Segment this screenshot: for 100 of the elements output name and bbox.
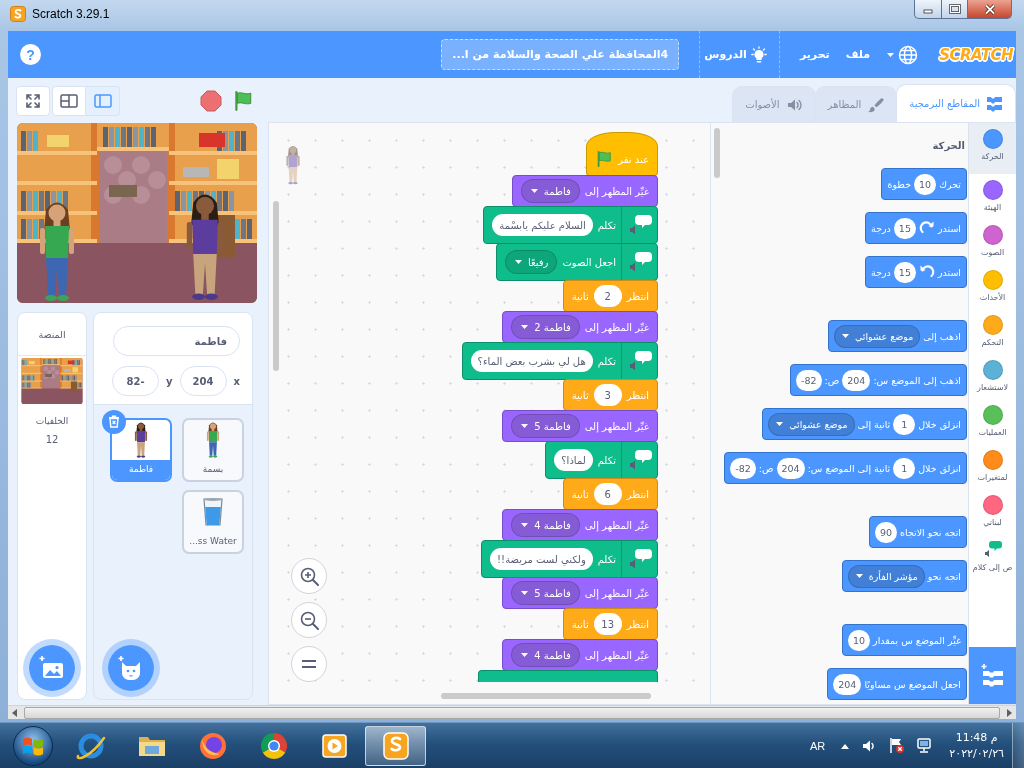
block-label: ثانية: [571, 290, 589, 302]
number-input[interactable]: 10: [914, 173, 937, 195]
small-stage-icon: [60, 93, 78, 108]
block-label: تحرك: [939, 178, 961, 190]
number-input[interactable]: 2: [593, 285, 622, 307]
zoom-in-button[interactable]: [291, 558, 327, 594]
block-label: انتظر: [626, 488, 649, 500]
number-input[interactable]: -82: [796, 369, 822, 391]
category-item[interactable]: الأحداث: [969, 264, 1016, 309]
speech-block[interactable]: تكلم لماذا؟: [545, 441, 658, 479]
number-input[interactable]: 204: [842, 369, 871, 391]
block-label: انزلق خلال: [918, 418, 961, 430]
minimize-button[interactable]: [914, 0, 941, 19]
show-desktop-button[interactable]: [1012, 722, 1024, 768]
taskbar-button[interactable]: [365, 725, 426, 766]
speech-block[interactable]: تكلم هل لي بشرب بعض الماء؟: [461, 342, 658, 380]
caret-icon: [520, 652, 530, 658]
scrollbar-thumb[interactable]: [24, 706, 1000, 719]
network-icon[interactable]: [916, 737, 933, 754]
category-item[interactable]: الحركة: [969, 123, 1016, 174]
speech-block[interactable]: تكلم السلام عليكم يابسْمة: [483, 206, 658, 244]
clock-time[interactable]: 11:48 م: [955, 729, 998, 746]
block-label: انتظر: [626, 290, 649, 302]
add-extension-button[interactable]: [969, 647, 1016, 704]
text-input[interactable]: ولكني لست مريضة!!: [490, 548, 593, 570]
clock-date[interactable]: ٢٠٢٢/٠٢/٢٦: [949, 745, 1004, 762]
zoom-reset-button[interactable]: [291, 646, 327, 682]
dropdown-menu[interactable]: فاطمة 4: [511, 643, 580, 667]
category-item[interactable]: ص إلى كلام: [969, 534, 1016, 579]
looks-block[interactable]: غيِّر المظهر إلى فاطمة 5: [502, 410, 658, 442]
dropdown-menu[interactable]: فاطمة 5: [511, 581, 580, 605]
looks-block[interactable]: غيِّر المظهر إلى فاطمة 4: [502, 639, 658, 671]
text-input[interactable]: هل لي بشرب بعض الماء؟: [470, 350, 593, 372]
y-label: y: [166, 375, 173, 387]
close-button[interactable]: [968, 0, 1012, 19]
motion-block[interactable]: اذهب إلى موضع عشوائي: [827, 320, 967, 352]
looks-block[interactable]: غيِّر المظهر إلى فاطمة 5: [502, 577, 658, 609]
language-indicator[interactable]: AR: [810, 739, 826, 752]
zoom-out-button[interactable]: [291, 602, 327, 638]
category-item[interactable]: العمليات: [969, 399, 1016, 444]
dropdown-menu[interactable]: فاطمة: [520, 179, 580, 203]
flag-error-icon[interactable]: [888, 737, 906, 754]
block-label: انتظر: [626, 618, 649, 630]
number-input[interactable]: 204: [833, 673, 862, 695]
motion-block[interactable]: اتجه نحو مؤشر الفأرة: [841, 560, 967, 592]
caret-icon: [854, 573, 864, 579]
number-input[interactable]: 15: [893, 217, 916, 239]
maximize-button[interactable]: [941, 0, 968, 19]
category-item[interactable]: التحكم: [969, 309, 1016, 354]
block-label: اجعل الصوت: [562, 256, 616, 268]
category-item[interactable]: لبناتي: [969, 489, 1016, 534]
flag-icon[interactable]: [232, 89, 254, 112]
number-input[interactable]: 13: [593, 613, 622, 635]
number-input[interactable]: 90: [874, 521, 898, 543]
number-input[interactable]: -82: [730, 457, 756, 479]
number-input[interactable]: 3: [593, 384, 622, 406]
sprite-tile[interactable]: بسمة: [182, 418, 244, 482]
dropdown-menu[interactable]: فاطمة 5: [511, 414, 580, 438]
blocks-icon: [986, 95, 1003, 112]
number-input[interactable]: 10: [847, 629, 871, 651]
number-input[interactable]: 1: [893, 457, 916, 479]
category-item[interactable]: الصوت: [969, 219, 1016, 264]
dropdown-menu[interactable]: فاطمة 4: [511, 513, 580, 537]
brush-icon: [867, 96, 885, 113]
block-label: ثانية: [571, 488, 589, 500]
caret-icon: [520, 324, 530, 330]
number-input[interactable]: 204: [776, 457, 805, 479]
block-label: استدر: [937, 222, 961, 234]
start-orb-icon[interactable]: [12, 724, 54, 767]
stop-icon[interactable]: [200, 89, 222, 112]
caret-icon[interactable]: [886, 51, 896, 58]
scrollbar-thumb[interactable]: [273, 201, 279, 371]
looks-block[interactable]: غيِّر المظهر إلى فاطمة 4: [502, 509, 658, 541]
speech-block[interactable]: تكلم ولكني لست مريضة!!: [481, 540, 658, 578]
category-item[interactable]: لاستشعار: [969, 354, 1016, 399]
scrollbar-thumb[interactable]: [714, 128, 720, 178]
number-input[interactable]: 1: [893, 413, 916, 435]
backdrops-label: الخلفيات: [35, 416, 69, 426]
dropdown-menu[interactable]: موضع عشوائي: [833, 324, 921, 348]
globe-icon[interactable]: [898, 44, 919, 65]
text-input[interactable]: السلام عليكم يابسْمة: [492, 214, 593, 236]
dropdown-menu[interactable]: فاطمة 2: [511, 315, 580, 339]
number-input[interactable]: 15: [893, 261, 916, 283]
scrollbar-thumb[interactable]: [441, 693, 651, 699]
dropdown-menu[interactable]: موضع عشوائي: [768, 412, 855, 436]
sprite-tile[interactable]: ...ss Water: [182, 490, 244, 554]
delete-button[interactable]: [102, 410, 126, 434]
trash-icon: [102, 410, 126, 434]
add-backdrop-button[interactable]: [23, 639, 81, 697]
number-input[interactable]: 6: [593, 483, 622, 505]
fullscreen-button[interactable]: [16, 85, 50, 116]
dropdown-menu[interactable]: مؤشر الفأرة: [847, 564, 925, 588]
category-item[interactable]: الهيئة: [969, 174, 1016, 219]
small-stage-button[interactable]: [52, 85, 86, 116]
backdrop-thumbnail[interactable]: [21, 358, 83, 404]
looks-block[interactable]: غيِّر المظهر إلى فاطمة 2: [502, 311, 658, 343]
text-input[interactable]: لماذا؟: [554, 449, 593, 471]
looks-block[interactable]: غيِّر المظهر إلى فاطمة: [511, 175, 658, 207]
category-item[interactable]: لمتغيرات: [969, 444, 1016, 489]
zoom-in-icon: [299, 566, 319, 586]
